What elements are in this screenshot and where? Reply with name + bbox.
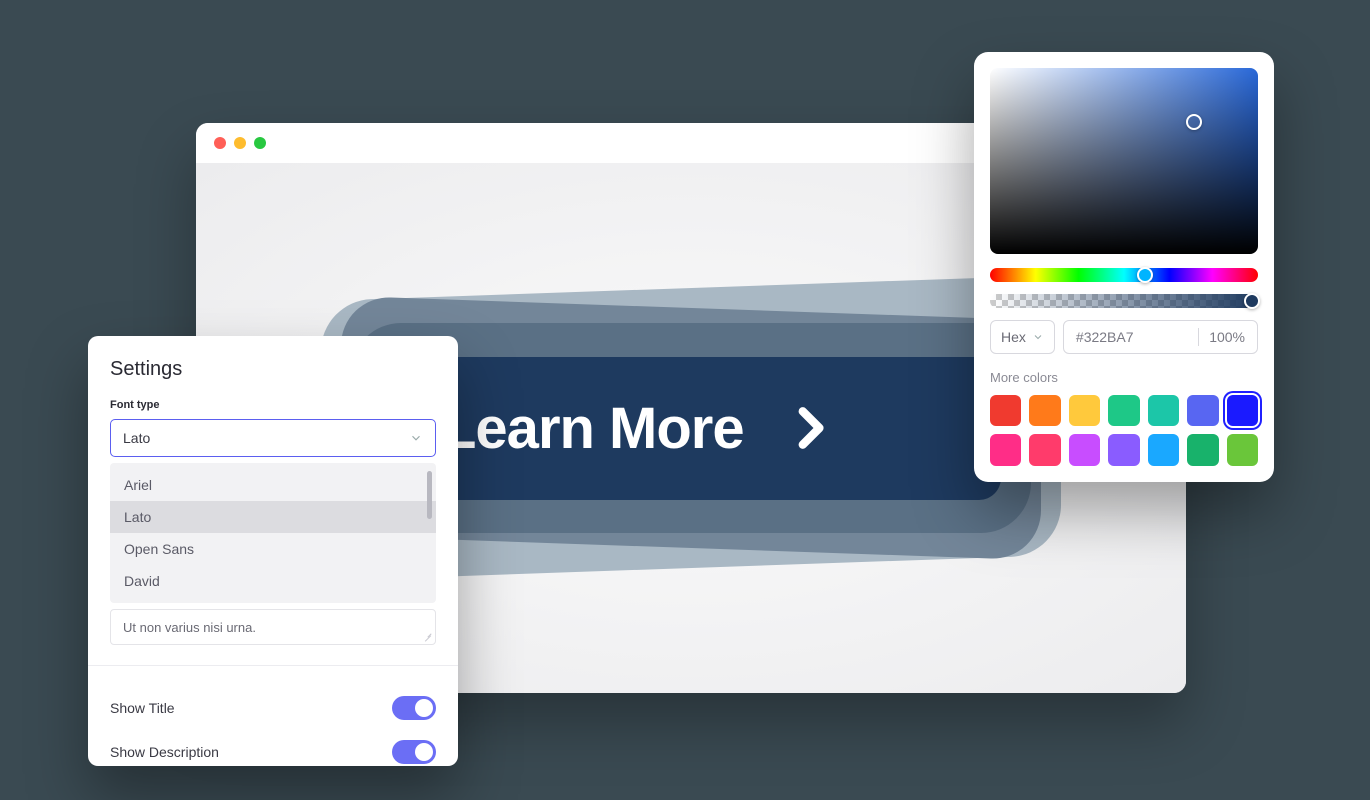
color-swatch[interactable]: [1069, 395, 1100, 426]
color-picker-panel: Hex #322BA7 100% More colors: [974, 52, 1274, 482]
opacity-slider-thumb[interactable]: [1244, 293, 1260, 309]
font-type-dropdown: Ariel Lato Open Sans David: [110, 463, 436, 603]
color-format-select[interactable]: Hex: [990, 320, 1055, 354]
show-description-toggle[interactable]: [392, 740, 436, 764]
font-option[interactable]: Lato: [110, 501, 436, 533]
description-text: Ut non varius nisi urna.: [123, 620, 256, 635]
hue-slider[interactable]: [990, 268, 1258, 282]
minimize-window-icon[interactable]: [234, 137, 246, 149]
color-format-label: Hex: [1001, 329, 1026, 345]
chevron-down-icon: [409, 431, 423, 445]
font-type-label: Font type: [110, 399, 436, 411]
font-option[interactable]: Ariel: [110, 469, 436, 501]
color-field-cursor[interactable]: [1186, 114, 1202, 130]
font-option[interactable]: David: [110, 565, 436, 597]
cta-label: Learn More: [441, 395, 744, 462]
color-swatch[interactable]: [1069, 434, 1100, 465]
chevron-right-icon: [784, 403, 834, 453]
hex-value: #322BA7: [1076, 329, 1188, 345]
font-option[interactable]: Open Sans: [110, 533, 436, 565]
opacity-value: 100%: [1209, 329, 1245, 345]
show-title-label: Show Title: [110, 700, 175, 716]
maximize-window-icon[interactable]: [254, 137, 266, 149]
color-swatch[interactable]: [1187, 434, 1218, 465]
color-swatch[interactable]: [1029, 434, 1060, 465]
dropdown-scrollbar[interactable]: [427, 471, 432, 519]
color-swatch[interactable]: [1108, 395, 1139, 426]
color-swatch[interactable]: [1148, 434, 1179, 465]
hue-slider-thumb[interactable]: [1137, 267, 1153, 283]
color-swatch[interactable]: [1227, 434, 1258, 465]
settings-title: Settings: [110, 358, 436, 381]
color-swatch[interactable]: [990, 395, 1021, 426]
resize-handle-icon[interactable]: [422, 631, 432, 641]
more-colors-label: More colors: [990, 370, 1258, 385]
settings-panel: Settings Font type Lato Ariel Lato Open …: [88, 336, 458, 766]
color-swatch[interactable]: [1029, 395, 1060, 426]
traffic-lights: [214, 137, 266, 149]
learn-more-button[interactable]: Learn More: [381, 357, 1001, 500]
show-description-label: Show Description: [110, 744, 219, 760]
chevron-down-icon: [1032, 331, 1044, 343]
color-swatch[interactable]: [1187, 395, 1218, 426]
input-divider: [1198, 328, 1199, 346]
hex-input[interactable]: #322BA7 100%: [1063, 320, 1258, 354]
show-title-row: Show Title: [110, 686, 436, 730]
font-type-selected-value: Lato: [123, 430, 150, 446]
color-swatch[interactable]: [1148, 395, 1179, 426]
show-title-toggle[interactable]: [392, 696, 436, 720]
color-swatch[interactable]: [1108, 434, 1139, 465]
color-swatch[interactable]: [1227, 395, 1258, 426]
divider: [88, 665, 458, 666]
show-description-row: Show Description: [110, 730, 436, 774]
color-swatch[interactable]: [990, 434, 1021, 465]
close-window-icon[interactable]: [214, 137, 226, 149]
color-swatch-grid: [990, 395, 1258, 466]
color-saturation-field[interactable]: [990, 68, 1258, 254]
opacity-slider[interactable]: [990, 294, 1258, 308]
color-inputs-row: Hex #322BA7 100%: [990, 320, 1258, 354]
font-type-select[interactable]: Lato: [110, 419, 436, 457]
description-textarea[interactable]: Ut non varius nisi urna.: [110, 609, 436, 645]
